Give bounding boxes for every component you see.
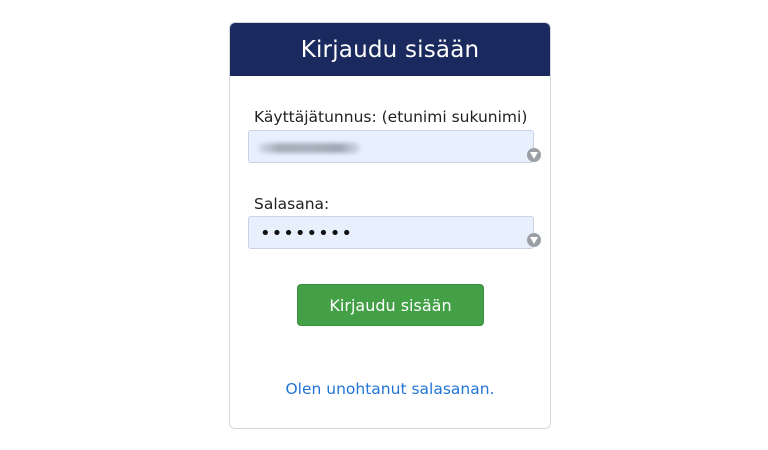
password-manager-icon[interactable] (527, 148, 541, 162)
login-header: Kirjaudu sisään (230, 23, 550, 76)
username-field[interactable] (248, 130, 534, 163)
password-manager-icon[interactable] (527, 233, 541, 247)
login-card: Kirjaudu sisään Käyttäjätunnus: (etunimi… (229, 22, 551, 429)
password-field[interactable] (248, 216, 534, 249)
username-label: Käyttäjätunnus: (etunimi sukunimi) (254, 108, 528, 126)
login-button-label: Kirjaudu sisään (329, 295, 452, 315)
login-title: Kirjaudu sisään (300, 36, 480, 63)
login-button[interactable]: Kirjaudu sisään (297, 284, 484, 326)
forgot-password-link[interactable]: Olen unohtanut salasanan. (230, 380, 550, 398)
password-label: Salasana: (254, 195, 330, 213)
